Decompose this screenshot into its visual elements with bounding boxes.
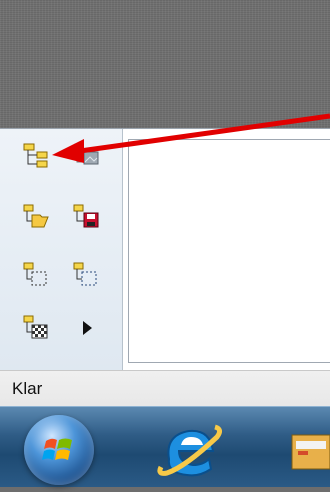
tree-save-icon [73, 204, 99, 228]
tree-select-button[interactable] [20, 258, 54, 292]
internet-explorer-icon [157, 424, 223, 477]
play-arrow-icon [83, 321, 92, 335]
desktop-background [0, 0, 330, 140]
status-text: Klar [12, 379, 43, 398]
tree-checker-button[interactable] [20, 311, 54, 345]
tree-expand-button[interactable] [20, 139, 54, 173]
internet-explorer-button[interactable] [155, 417, 225, 487]
tree-select-alt-button[interactable] [70, 258, 104, 292]
vertical-toolbar [0, 129, 123, 371]
file-explorer-button[interactable] [286, 421, 330, 481]
tree-image-button[interactable] [70, 139, 104, 173]
tree-expand-icon [23, 143, 48, 168]
tree-save-button[interactable] [70, 200, 104, 234]
more-tools-button[interactable] [70, 311, 104, 345]
windows-taskbar [0, 406, 330, 487]
application-window [0, 128, 330, 371]
tree-select-alt-icon [73, 262, 97, 286]
tree-open-folder-icon [23, 204, 49, 228]
tree-select-icon [23, 262, 47, 286]
file-explorer-icon [291, 434, 330, 470]
start-button[interactable] [24, 415, 94, 485]
tree-checker-icon [23, 315, 48, 339]
tree-open-folder-button[interactable] [20, 200, 54, 234]
windows-logo-icon [42, 438, 72, 460]
content-pane[interactable] [128, 139, 330, 363]
tree-image-icon [74, 143, 99, 165]
